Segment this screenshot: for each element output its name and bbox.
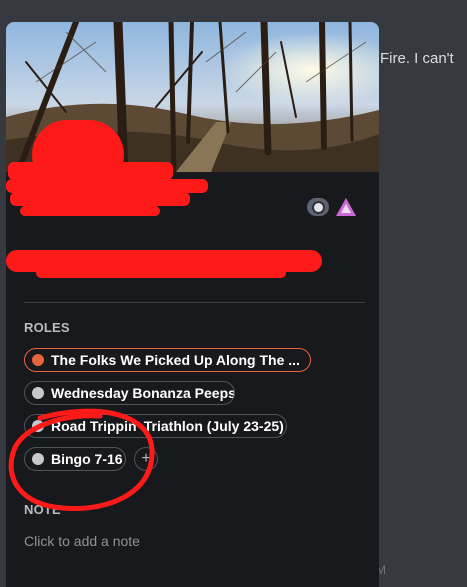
role-label: Road Trippin' Triathlon (July 23-25) (51, 418, 284, 434)
nitro-badge-icon[interactable] (307, 198, 329, 216)
role-pill[interactable]: Road Trippin' Triathlon (July 23-25) (24, 414, 287, 438)
username-redaction (6, 179, 208, 193)
role-color-dot (32, 420, 44, 432)
profile-divider (24, 302, 365, 303)
user-profile-popout: ROLES The Folks We Picked Up Along The .… (6, 22, 379, 587)
role-pill[interactable]: Wednesday Bonanza Peeps (24, 381, 235, 405)
custom-status-redaction (36, 268, 286, 278)
plus-icon: + (141, 450, 151, 467)
add-role-button[interactable]: + (134, 447, 158, 471)
role-label: Wednesday Bonanza Peeps (51, 385, 235, 401)
username-redaction (10, 192, 190, 206)
note-heading: NOTE (24, 502, 61, 517)
hypesquad-badge-icon[interactable] (335, 197, 357, 217)
role-pill[interactable]: Bingo 7-16 (24, 447, 126, 471)
role-pill[interactable]: The Folks We Picked Up Along The ... (24, 348, 311, 372)
role-color-dot (32, 453, 44, 465)
role-label: The Folks We Picked Up Along The ... (51, 352, 300, 368)
tag-redaction (20, 206, 160, 216)
chat-message-fragment: Fire. I can't (380, 50, 454, 67)
role-color-dot (32, 387, 44, 399)
note-input[interactable]: Click to add a note (24, 533, 140, 549)
roles-heading: ROLES (24, 320, 70, 335)
profile-badges (307, 197, 357, 217)
role-color-dot (32, 354, 44, 366)
role-label: Bingo 7-16 (51, 451, 123, 467)
username-redaction (8, 162, 173, 180)
